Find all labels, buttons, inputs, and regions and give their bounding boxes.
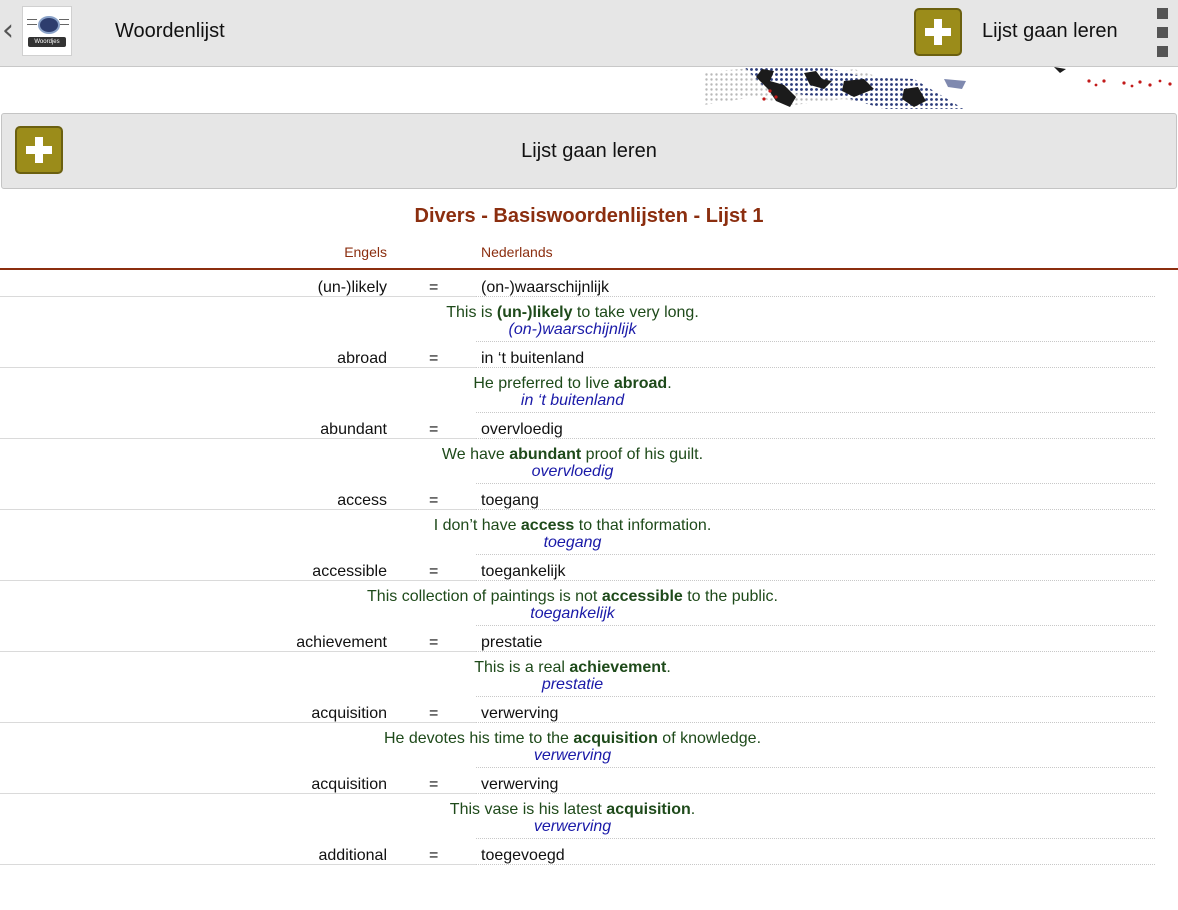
english-word: additional — [318, 847, 388, 864]
row-divider — [0, 296, 1155, 297]
word-pair: accessible = toegankelijk — [0, 555, 1178, 581]
list-item[interactable]: abroad = in ‘t buitenland He preferred to l… — [0, 342, 1178, 413]
learn-plus-button[interactable] — [914, 8, 962, 56]
word-pair: acquisition = verwerving — [0, 697, 1178, 723]
equals-sign: = — [429, 350, 439, 367]
highlighted-word: abundant — [509, 446, 582, 463]
sentence-translation: overvloedig — [531, 463, 614, 480]
sentence-translation: (on-)waarschijnlijk — [508, 321, 637, 338]
english-word: (un-)likely — [317, 279, 387, 296]
row-divider — [0, 793, 1155, 794]
row-divider — [0, 580, 1155, 581]
dutch-word: prestatie — [481, 634, 543, 651]
dutch-word: in ‘t buitenland — [481, 350, 585, 367]
list-item[interactable]: achievement = prestatie This is a real achi… — [0, 626, 1178, 697]
english-word: acquisition — [311, 705, 387, 722]
column-header-dutch: Nederlands — [481, 244, 553, 260]
equals-sign: = — [429, 847, 439, 864]
equals-sign: = — [429, 279, 439, 296]
example-sentence: We have abundant proof of his guilt. — [441, 446, 704, 463]
top-bar: ‹ Woordjes Woordenlijst Lijst gaan leren — [0, 0, 1178, 67]
sentence-translation: verwerving — [533, 818, 612, 835]
more-vertical-icon[interactable] — [1157, 8, 1171, 58]
dutch-word: toegankelijk — [481, 563, 566, 580]
dutch-word: toegang — [481, 492, 539, 509]
page-title: Woordenlijst — [115, 20, 225, 42]
dutch-word: verwerving — [481, 776, 559, 793]
english-word: abroad — [337, 350, 387, 367]
english-word: abundant — [320, 421, 387, 438]
header-divider — [0, 268, 1178, 270]
list-item[interactable]: acquisition = verwerving He devotes his tim… — [0, 697, 1178, 768]
example-sentence: This is a real achievement. — [474, 659, 671, 676]
dutch-word: (on-)waarschijnlijk — [481, 279, 610, 296]
sentence-translation: verwerving — [533, 747, 612, 764]
highlighted-word: access — [520, 517, 575, 534]
list-item[interactable]: additional = toegevoegd — [0, 839, 1178, 910]
row-divider — [0, 722, 1155, 723]
word-pair: (un-)likely = (on-)waarschijnlijk — [0, 271, 1178, 297]
sentence-translation: prestatie — [541, 676, 604, 693]
chevron-left-icon[interactable]: ‹ — [2, 14, 14, 48]
equals-sign: = — [429, 705, 439, 722]
row-divider — [0, 509, 1155, 510]
word-pair: abundant = overvloedig — [0, 413, 1178, 439]
english-word: access — [337, 492, 387, 509]
sentence-translation: in ‘t buitenland — [520, 392, 625, 409]
word-pair: acquisition = verwerving — [0, 768, 1178, 794]
list-title: Divers - Basiswoordenlijsten - Lijst 1 — [414, 205, 764, 227]
highlighted-word: abroad — [613, 375, 668, 392]
english-word: acquisition — [311, 776, 387, 793]
highlighted-word: acquisition — [573, 730, 658, 747]
highlighted-word: accessible — [601, 588, 683, 605]
example-sentence: He devotes his time to the acquisition o… — [383, 730, 762, 747]
equals-sign: = — [429, 634, 439, 651]
row-divider — [0, 438, 1155, 439]
example-sentence: I don’t have access to that information. — [433, 517, 712, 534]
sentence-translation: toegang — [543, 534, 602, 551]
row-divider — [0, 367, 1155, 368]
list-item[interactable]: acquisition = verwerving This vase is his l… — [0, 768, 1178, 839]
dutch-word: overvloedig — [481, 421, 563, 438]
learn-list-button[interactable]: Lijst gaan leren — [1, 113, 1177, 189]
logo-text: Woordjes — [34, 39, 60, 45]
list-item[interactable]: access = toegang I don’t have access to tha… — [0, 484, 1178, 555]
equals-sign: = — [429, 492, 439, 509]
sentence-translation: toegankelijk — [530, 605, 615, 622]
dutch-word: toegevoegd — [481, 847, 565, 864]
row-divider — [0, 651, 1155, 652]
equals-sign: = — [429, 776, 439, 793]
list-item[interactable]: accessible = toegankelijk This collection o… — [0, 555, 1178, 626]
equals-sign: = — [429, 563, 439, 580]
word-pair: access = toegang — [0, 484, 1178, 510]
highlighted-word: acquisition — [606, 801, 691, 818]
dutch-word: verwerving — [481, 705, 559, 722]
decorative-banner — [704, 67, 1172, 109]
word-pair: achievement = prestatie — [0, 626, 1178, 652]
example-sentence: This collection of paintings is not acce… — [367, 588, 778, 605]
learn-list-label: Lijst gaan leren — [521, 140, 657, 162]
example-sentence: This is (un-)likely to take very long. — [446, 304, 699, 321]
example-sentence: This vase is his latest acquisition. — [449, 801, 696, 818]
word-pair: abroad = in ‘t buitenland — [0, 342, 1178, 368]
highlighted-word: (un-)likely — [496, 304, 573, 321]
english-word: accessible — [312, 563, 387, 580]
word-list: (un-)likely = (on-)waarschijnlijk This is (… — [0, 271, 1178, 910]
list-item[interactable]: (un-)likely = (on-)waarschijnlijk This is (… — [0, 271, 1178, 342]
highlighted-word: achievement — [569, 659, 667, 676]
example-sentence: He preferred to live abroad. — [473, 375, 672, 392]
app-logo[interactable]: Woordjes — [22, 6, 72, 56]
word-pair: additional = toegevoegd — [0, 839, 1178, 865]
equals-sign: = — [429, 421, 439, 438]
column-header-english: Engels — [344, 244, 387, 260]
list-item[interactable]: abundant = overvloedig We have abundant pro… — [0, 413, 1178, 484]
row-divider — [0, 864, 1155, 865]
learn-list-link[interactable]: Lijst gaan leren — [982, 20, 1118, 43]
english-word: achievement — [296, 634, 387, 651]
